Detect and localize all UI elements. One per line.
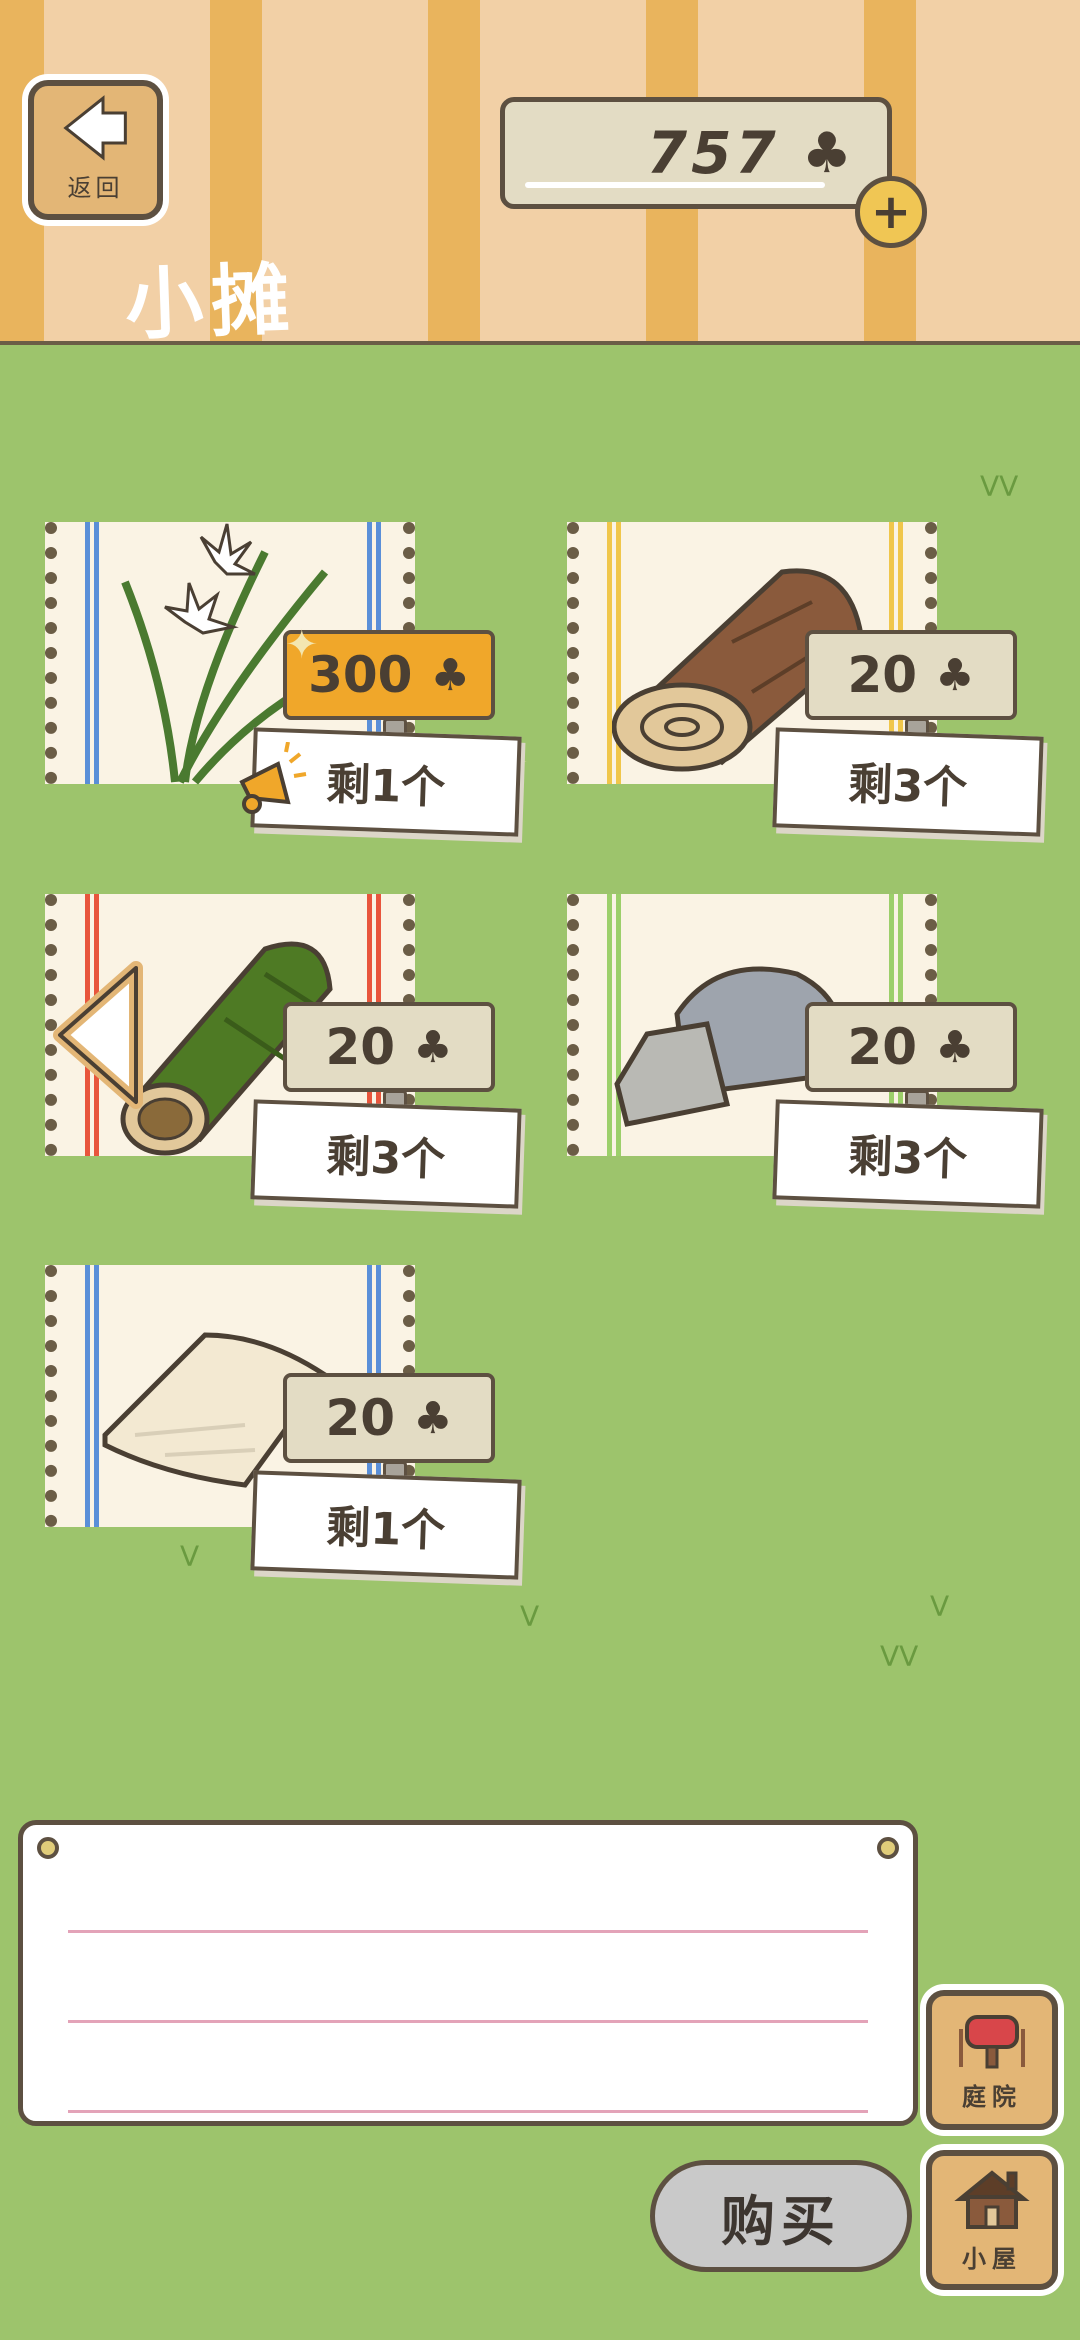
clover-icon: ♣ — [935, 649, 975, 701]
clover-icon: ♣ — [935, 1021, 975, 1073]
stock-label: 剩1个 — [250, 1470, 522, 1580]
clover-icon: ♣ — [413, 1021, 453, 1073]
page-title: 小摊 — [123, 255, 299, 351]
clover-icon: ♣ — [801, 120, 852, 186]
grass-mark: ᐯᐯ — [980, 470, 1019, 503]
message-board — [18, 1820, 918, 2126]
yard-button[interactable]: 庭院 — [926, 1990, 1058, 2130]
house-icon — [954, 2169, 1030, 2229]
arrow-left-icon: 🡄 — [61, 92, 130, 167]
shop-item-stone[interactable]: 20 ♣ 剩3个 — [567, 894, 1047, 1224]
megaphone-icon — [239, 742, 307, 814]
price-tag: 20 ♣ — [805, 630, 1017, 720]
header: 🡄 返回 小摊 757 ♣ + — [0, 0, 1080, 351]
prev-page-button[interactable] — [50, 960, 146, 1110]
price-value: 20 — [847, 646, 918, 704]
price-tag: 20 ♣ — [283, 1002, 495, 1092]
price-value: 20 — [325, 1389, 396, 1447]
price-tag: 20 ♣ — [283, 1373, 495, 1463]
stock-label: 剩3个 — [772, 1099, 1044, 1209]
back-button[interactable]: 🡄 返回 — [28, 80, 163, 220]
stock-label: 剩3个 — [250, 1099, 522, 1209]
sparkle-icon: ✦ — [285, 622, 319, 668]
clover-icon: ♣ — [430, 649, 470, 701]
add-clover-button[interactable]: + — [855, 176, 927, 248]
clover-count: 757 — [646, 119, 780, 187]
grass-mark: ᐯᐯ — [880, 1640, 919, 1673]
shop-item-log[interactable]: 20 ♣ 剩3个 — [567, 522, 1047, 852]
buy-button[interactable]: 购买 — [650, 2160, 912, 2272]
back-label: 返回 — [67, 173, 124, 202]
grass-mark: ᐯ — [930, 1590, 950, 1623]
clover-balance: 757 ♣ — [500, 97, 892, 209]
clover-icon: ♣ — [413, 1392, 453, 1444]
price-value: 300 — [308, 646, 413, 704]
shop-item-cloth[interactable]: 20 ♣ 剩1个 — [45, 1265, 525, 1595]
price-tag: 20 ♣ — [805, 1002, 1017, 1092]
pin-icon — [37, 1837, 59, 1859]
house-button[interactable]: 小屋 — [926, 2150, 1058, 2290]
stock-label: 剩3个 — [772, 727, 1044, 837]
pin-icon — [877, 1837, 899, 1859]
shop-item-flower[interactable]: 300 ♣ ✦ ✦ 剩1个 — [45, 522, 529, 852]
price-value: 20 — [325, 1018, 396, 1076]
house-label: 小屋 — [962, 2244, 1022, 2273]
mailbox-icon — [959, 2014, 1025, 2068]
yard-label: 庭院 — [962, 2082, 1022, 2111]
price-value: 20 — [847, 1018, 918, 1076]
grass-mark: ᐯ — [520, 1600, 540, 1633]
